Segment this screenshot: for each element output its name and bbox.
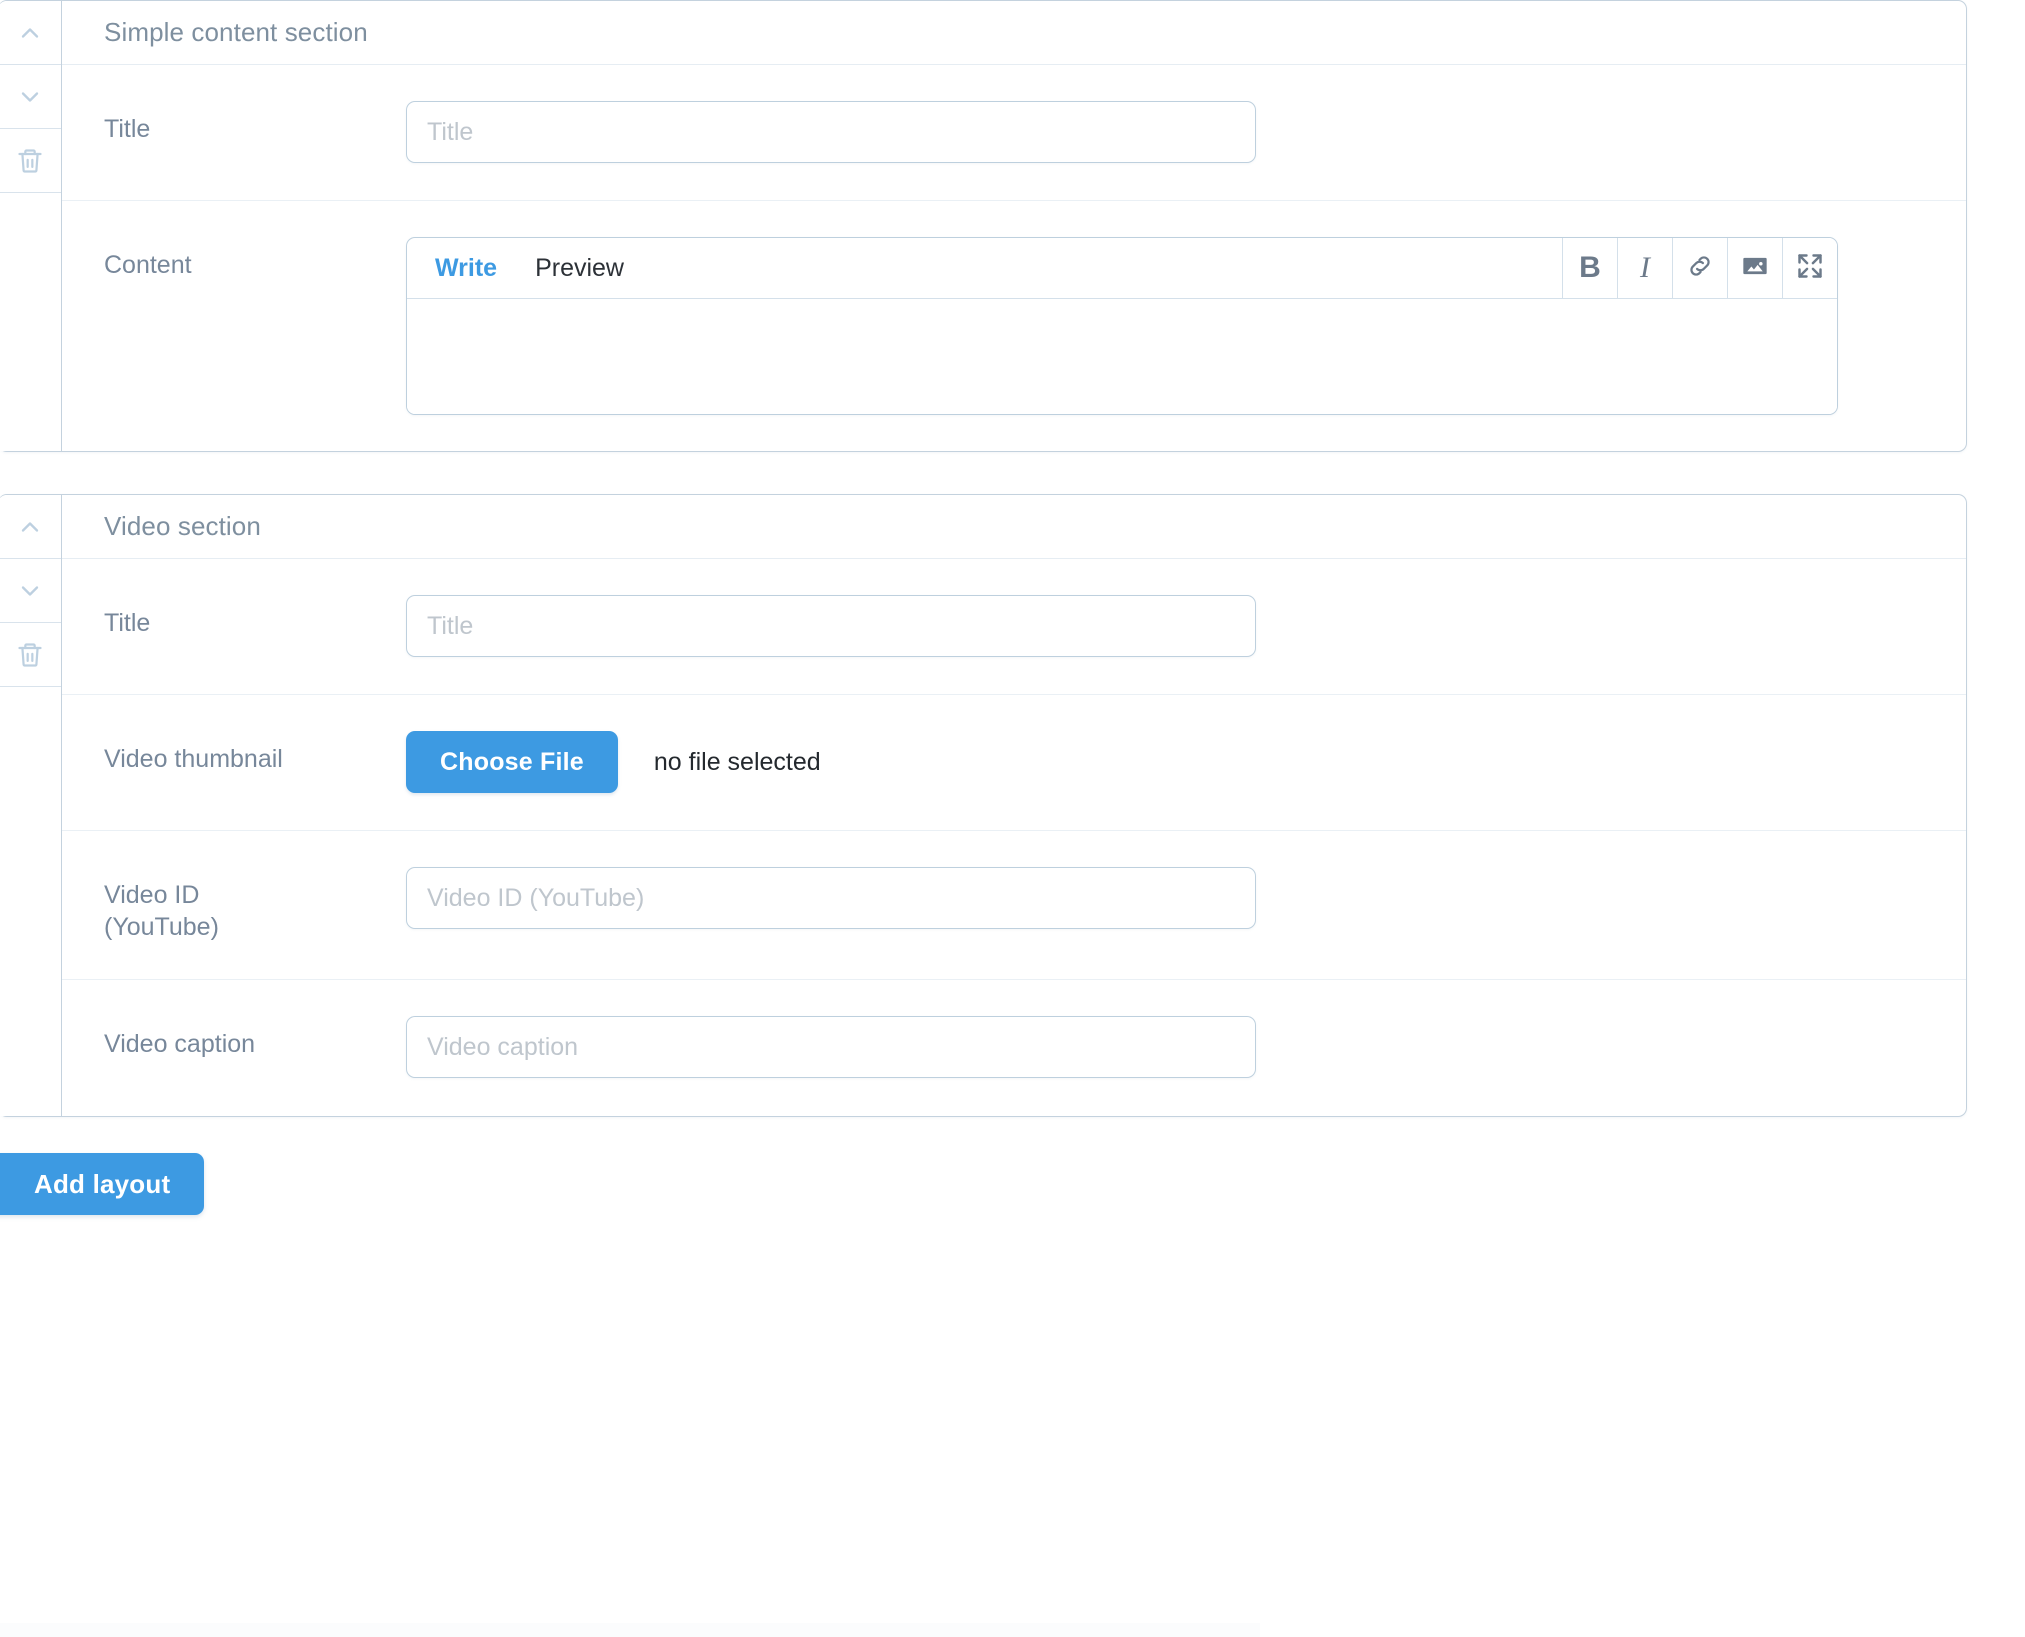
rail-spacer: [0, 193, 61, 451]
field-control-video-id: [406, 867, 1966, 929]
field-row-content: Content Write Preview B I: [62, 201, 1966, 451]
video-id-input[interactable]: [406, 867, 1256, 929]
layout-builder-page: Simple content section Title Content Wri…: [0, 0, 2025, 1637]
section-header: Simple content section: [62, 1, 1966, 65]
section-title: Simple content section: [104, 17, 368, 47]
field-control-title: [406, 101, 1966, 163]
layout-controls-rail: [0, 1, 62, 451]
field-control-title: [406, 595, 1966, 657]
tab-preview[interactable]: Preview: [535, 254, 624, 283]
field-control-video-thumbnail: Choose File no file selected: [406, 731, 1966, 793]
field-control-video-caption: [406, 1016, 1966, 1078]
video-caption-input[interactable]: [406, 1016, 1256, 1078]
move-up-button[interactable]: [0, 1, 61, 65]
italic-icon: I: [1640, 251, 1650, 284]
field-label-video-caption: Video caption: [104, 1030, 256, 1058]
field-row-title: Title: [62, 559, 1966, 695]
section-header: Video section: [62, 495, 1966, 559]
layout-panel-video-section: Video section Title Video thumbnail Choo…: [0, 494, 1967, 1117]
tab-write[interactable]: Write: [435, 254, 497, 283]
layout-panel-simple-content-section: Simple content section Title Content Wri…: [0, 0, 1967, 452]
delete-section-button[interactable]: [0, 623, 61, 687]
move-down-icon: [16, 83, 44, 111]
field-row-video-caption: Video caption: [62, 980, 1966, 1116]
move-up-icon: [16, 19, 44, 47]
rail-spacer: [0, 687, 61, 1116]
image-button[interactable]: [1727, 238, 1782, 298]
choose-file-button[interactable]: Choose File: [406, 731, 618, 793]
fullscreen-icon: [1796, 252, 1824, 285]
field-label-title: Title: [104, 115, 151, 143]
move-down-icon: [16, 577, 44, 605]
link-button[interactable]: [1672, 238, 1727, 298]
delete-section-button[interactable]: [0, 129, 61, 193]
panel-body: Video section Title Video thumbnail Choo…: [62, 495, 1966, 1116]
field-control-content: Write Preview B I: [406, 237, 1966, 415]
trash-icon: [16, 147, 44, 175]
markdown-textarea[interactable]: [407, 299, 1837, 414]
image-icon: [1741, 252, 1769, 285]
add-layout-button[interactable]: Add layout: [0, 1153, 205, 1215]
file-picker: Choose File no file selected: [406, 731, 1958, 793]
italic-button[interactable]: I: [1617, 238, 1672, 298]
layout-controls-rail: [0, 495, 62, 1116]
markdown-editor: Write Preview B I: [406, 237, 1838, 415]
bold-icon: B: [1579, 251, 1601, 284]
field-label-content: Content: [104, 251, 192, 279]
section-title: Video section: [104, 511, 261, 541]
markdown-editor-tools: B I: [1562, 238, 1837, 298]
panel-body: Simple content section Title Content Wri…: [62, 1, 1966, 451]
link-icon: [1686, 252, 1714, 285]
move-down-button[interactable]: [0, 559, 61, 623]
field-label-video-thumbnail: Video thumbnail: [104, 745, 283, 773]
move-up-icon: [16, 513, 44, 541]
field-row-title: Title: [62, 65, 1966, 201]
trash-icon: [16, 641, 44, 669]
field-row-video-thumbnail: Video thumbnail Choose File no file sele…: [62, 695, 1966, 831]
field-row-video-id: Video ID (YouTube): [62, 831, 1966, 980]
move-up-button[interactable]: [0, 495, 61, 559]
footer-actions: Add layout: [0, 1153, 2025, 1215]
bold-button[interactable]: B: [1562, 238, 1617, 298]
video-title-input[interactable]: [406, 595, 1256, 657]
title-input[interactable]: [406, 101, 1256, 163]
markdown-editor-toolbar: Write Preview B I: [407, 238, 1837, 299]
field-label-video-id: Video ID (YouTube): [104, 881, 219, 941]
markdown-editor-tabs: Write Preview: [407, 238, 1562, 298]
move-down-button[interactable]: [0, 65, 61, 129]
field-label-title: Title: [104, 609, 151, 637]
bottom-edge-strip: [0, 1623, 1260, 1637]
file-status-label: no file selected: [653, 747, 821, 776]
fullscreen-button[interactable]: [1782, 238, 1837, 298]
